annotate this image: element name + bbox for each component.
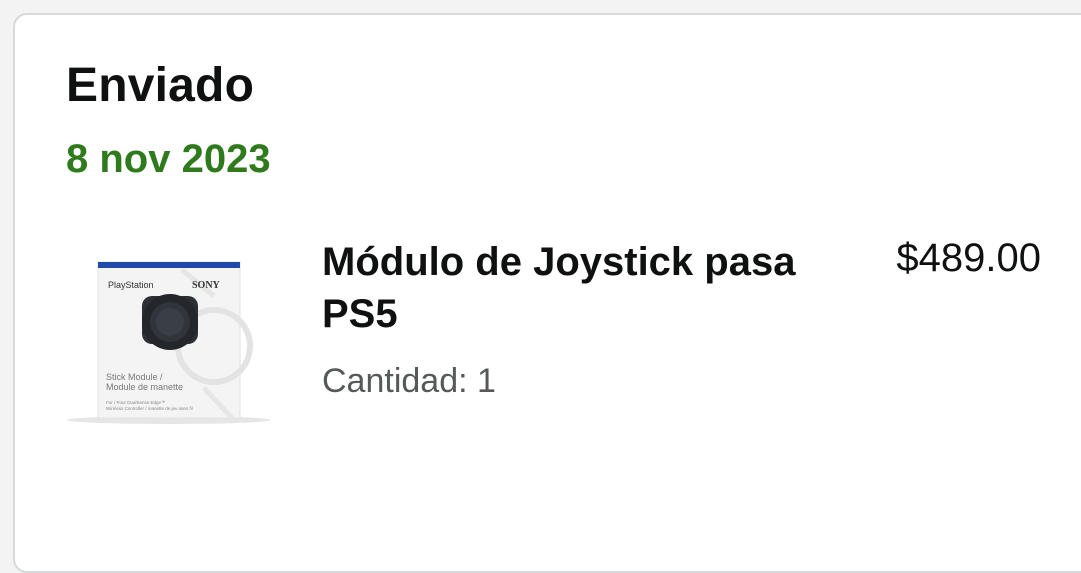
brand-left-text: PlayStation: [108, 280, 154, 290]
quantity-text: Cantidad: 1: [322, 362, 496, 400]
product-image[interactable]: PlayStation SONY Stick Module / Module d…: [64, 238, 274, 428]
product-title-link[interactable]: Módulo de Joystick pasa PS5: [322, 236, 842, 340]
product-line-1: Stick Module /: [106, 372, 163, 382]
product-fine-1: For / Pour DualSense Edge™: [106, 400, 166, 405]
product-box-image: PlayStation SONY Stick Module / Module d…: [67, 261, 271, 424]
shipment-date: 8 nov 2023: [66, 137, 271, 181]
brand-right-text: SONY: [192, 280, 221, 291]
product-fine-2: Wireless Controller / manette de jeu san…: [106, 406, 193, 411]
product-line-2: Module de manette: [106, 382, 183, 392]
item-price: $489.00: [896, 236, 1041, 280]
shipment-status: Enviado: [66, 59, 255, 112]
